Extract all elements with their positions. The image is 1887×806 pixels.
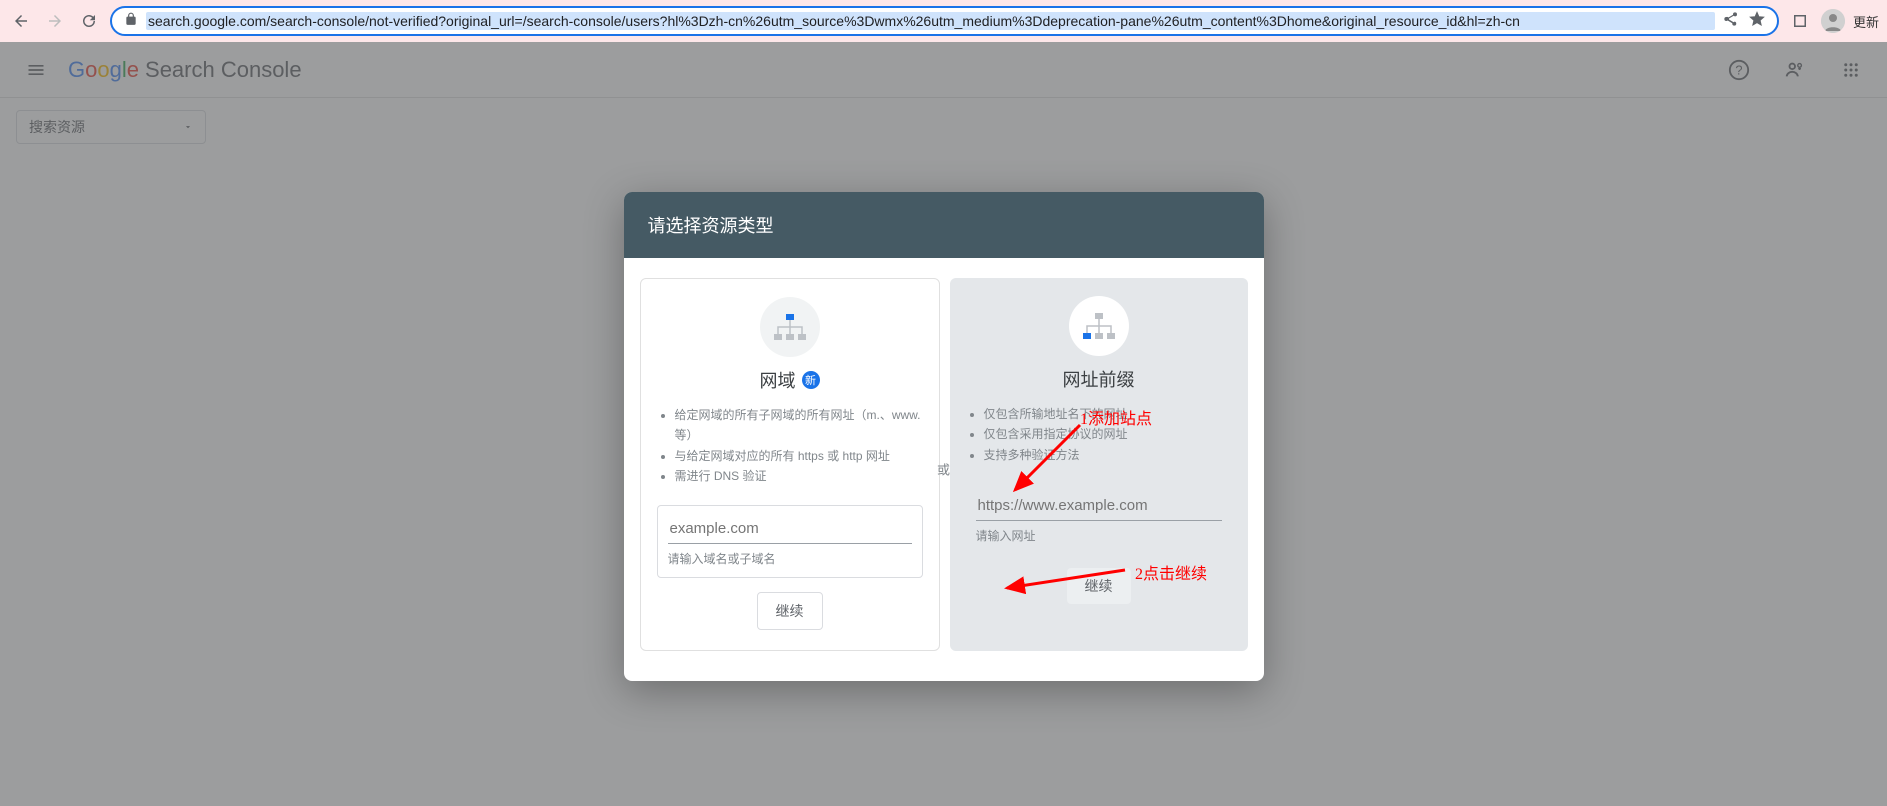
reload-button[interactable]: [76, 8, 102, 34]
url-card-title: 网址前缀: [1063, 366, 1135, 392]
star-icon[interactable]: [1749, 11, 1765, 32]
or-separator: 或: [937, 460, 950, 479]
extensions-icon[interactable]: [1787, 8, 1813, 34]
domain-input[interactable]: [668, 516, 912, 544]
browser-toolbar: search.google.com/search-console/not-ver…: [0, 0, 1887, 42]
url-prefix-card[interactable]: 网址前缀 仅包含所输地址名下的网址 仅包含采用指定协议的网址 支持多种验证方法 …: [950, 278, 1248, 651]
url-actions: [1723, 11, 1765, 32]
share-icon[interactable]: [1723, 11, 1739, 32]
profile-avatar[interactable]: [1821, 9, 1845, 33]
domain-card[interactable]: 网域 新 给定网域的所有子网域的所有网址（m.、www. 等） 与给定网域对应的…: [640, 278, 940, 651]
url-input[interactable]: [976, 493, 1222, 521]
back-button[interactable]: [8, 8, 34, 34]
lock-icon: [124, 12, 138, 31]
domain-input-hint: 请输入域名或子域名: [668, 550, 912, 567]
domain-card-title: 网域 新: [760, 367, 820, 393]
forward-button[interactable]: [42, 8, 68, 34]
address-bar[interactable]: search.google.com/search-console/not-ver…: [110, 6, 1779, 36]
url-hierarchy-icon: [1069, 296, 1129, 356]
modal-overlay: 请选择资源类型 或 网域 新 给定网域的所有子网域的所有网址（m.、www. 等…: [0, 42, 1887, 806]
annotation-1: 1添加站点: [1080, 405, 1152, 429]
url-continue-button[interactable]: 继续: [1067, 568, 1131, 604]
domain-bullets: 给定网域的所有子网域的所有网址（m.、www. 等） 与给定网域对应的所有 ht…: [657, 405, 923, 487]
domain-continue-button[interactable]: 继续: [757, 592, 823, 630]
url-input-box: 请输入网址: [966, 483, 1232, 554]
dialog-body: 或 网域 新 给定网域的所有子网域的所有网址（m.、www. 等） 与给定网域对…: [624, 258, 1264, 681]
url-text: search.google.com/search-console/not-ver…: [146, 12, 1715, 30]
domain-input-box: 请输入域名或子域名: [657, 505, 923, 578]
browser-more-label[interactable]: 更新: [1853, 12, 1879, 31]
domain-hierarchy-icon: [760, 297, 820, 357]
resource-type-dialog: 请选择资源类型 或 网域 新 给定网域的所有子网域的所有网址（m.、www. 等…: [624, 192, 1264, 681]
url-input-hint: 请输入网址: [976, 527, 1222, 544]
new-badge: 新: [802, 371, 820, 389]
dialog-title: 请选择资源类型: [624, 192, 1264, 258]
annotation-2: 2点击继续: [1135, 560, 1207, 584]
